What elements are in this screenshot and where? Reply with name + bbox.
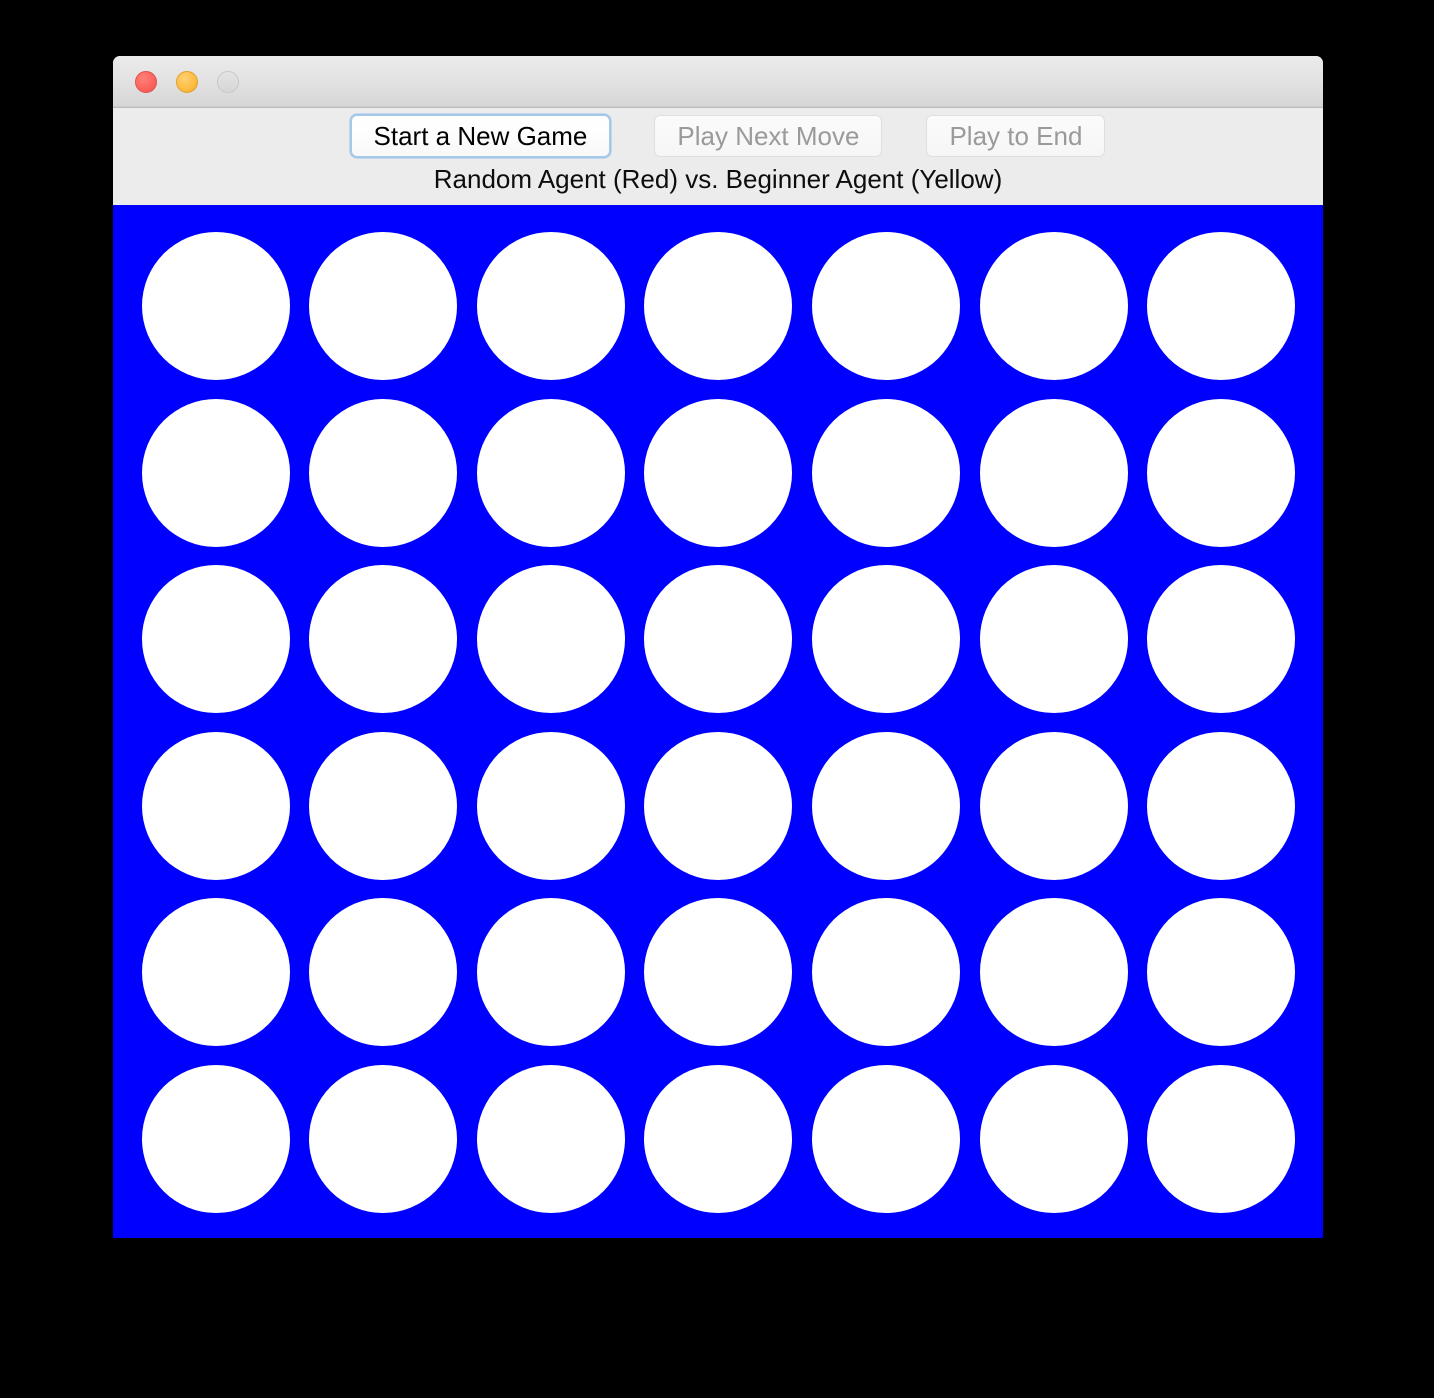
disc-empty	[476, 731, 625, 880]
disc-empty	[141, 398, 290, 547]
board-cell[interactable]	[132, 723, 300, 890]
disc-empty	[476, 398, 625, 547]
board-grid	[132, 223, 1305, 1222]
zoom-window-icon[interactable]	[217, 71, 239, 93]
disc-empty	[476, 565, 625, 714]
disc-empty	[309, 1064, 458, 1213]
board-cell[interactable]	[1137, 556, 1305, 723]
disc-empty	[309, 565, 458, 714]
disc-empty	[1147, 1064, 1296, 1213]
start-new-game-button[interactable]: Start a New Game	[350, 115, 611, 157]
disc-empty	[812, 1064, 961, 1213]
toolbar-button-row: Start a New Game Play Next Move Play to …	[113, 115, 1323, 157]
disc-empty	[812, 398, 961, 547]
board-cell[interactable]	[467, 556, 635, 723]
disc-empty	[1147, 565, 1296, 714]
board-cell[interactable]	[802, 390, 970, 557]
window-titlebar	[113, 56, 1323, 108]
board-cell[interactable]	[467, 390, 635, 557]
disc-empty	[812, 731, 961, 880]
app-window: Start a New Game Play Next Move Play to …	[113, 56, 1323, 1238]
disc-empty	[141, 731, 290, 880]
board-cell[interactable]	[970, 889, 1138, 1056]
board-cell[interactable]	[970, 1056, 1138, 1223]
disc-empty	[644, 898, 793, 1047]
disc-empty	[1147, 731, 1296, 880]
board-cell[interactable]	[635, 723, 803, 890]
connect-four-board[interactable]	[113, 205, 1323, 1238]
disc-empty	[644, 1064, 793, 1213]
play-to-end-button[interactable]: Play to End	[926, 115, 1106, 157]
traffic-light-group	[135, 71, 239, 93]
board-cell[interactable]	[1137, 390, 1305, 557]
close-window-icon[interactable]	[135, 71, 157, 93]
disc-empty	[141, 565, 290, 714]
disc-empty	[979, 898, 1128, 1047]
disc-empty	[644, 232, 793, 381]
disc-empty	[979, 565, 1128, 714]
board-cell[interactable]	[802, 889, 970, 1056]
board-cell[interactable]	[1137, 1056, 1305, 1223]
board-cell[interactable]	[132, 390, 300, 557]
disc-empty	[1147, 232, 1296, 381]
board-cell[interactable]	[970, 390, 1138, 557]
disc-empty	[644, 731, 793, 880]
board-cell[interactable]	[1137, 889, 1305, 1056]
disc-empty	[141, 898, 290, 1047]
board-cell[interactable]	[802, 556, 970, 723]
board-cell[interactable]	[300, 889, 468, 1056]
board-cell[interactable]	[467, 1056, 635, 1223]
screen: Start a New Game Play Next Move Play to …	[0, 0, 1434, 1398]
disc-empty	[644, 565, 793, 714]
board-cell[interactable]	[970, 723, 1138, 890]
board-cell[interactable]	[802, 1056, 970, 1223]
disc-empty	[812, 565, 961, 714]
disc-empty	[812, 232, 961, 381]
board-cell[interactable]	[132, 889, 300, 1056]
disc-empty	[812, 898, 961, 1047]
board-cell[interactable]	[467, 889, 635, 1056]
board-cell[interactable]	[635, 390, 803, 557]
toolbar: Start a New Game Play Next Move Play to …	[113, 108, 1323, 205]
board-cell[interactable]	[635, 1056, 803, 1223]
board-cell[interactable]	[132, 223, 300, 390]
board-cell[interactable]	[132, 1056, 300, 1223]
board-cell[interactable]	[635, 556, 803, 723]
board-cell[interactable]	[300, 1056, 468, 1223]
disc-empty	[141, 1064, 290, 1213]
board-cell[interactable]	[635, 889, 803, 1056]
disc-empty	[309, 731, 458, 880]
board-cell[interactable]	[970, 556, 1138, 723]
disc-empty	[644, 398, 793, 547]
board-cell[interactable]	[970, 223, 1138, 390]
disc-empty	[1147, 898, 1296, 1047]
board-cell[interactable]	[300, 223, 468, 390]
board-cell[interactable]	[300, 390, 468, 557]
disc-empty	[309, 898, 458, 1047]
play-next-move-button[interactable]: Play Next Move	[654, 115, 883, 157]
disc-empty	[476, 232, 625, 381]
board-cell[interactable]	[467, 723, 635, 890]
disc-empty	[979, 398, 1128, 547]
disc-empty	[476, 898, 625, 1047]
board-cell[interactable]	[300, 556, 468, 723]
board-cell[interactable]	[802, 223, 970, 390]
disc-empty	[1147, 398, 1296, 547]
disc-empty	[141, 232, 290, 381]
disc-empty	[476, 1064, 625, 1213]
disc-empty	[979, 232, 1128, 381]
disc-empty	[309, 398, 458, 547]
minimize-window-icon[interactable]	[176, 71, 198, 93]
board-cell[interactable]	[467, 223, 635, 390]
disc-empty	[979, 731, 1128, 880]
board-cell[interactable]	[1137, 223, 1305, 390]
game-status-label: Random Agent (Red) vs. Beginner Agent (Y…	[433, 164, 1003, 194]
disc-empty	[979, 1064, 1128, 1213]
disc-empty	[309, 232, 458, 381]
board-cell[interactable]	[802, 723, 970, 890]
board-cell[interactable]	[1137, 723, 1305, 890]
board-cell[interactable]	[635, 223, 803, 390]
board-cell[interactable]	[132, 556, 300, 723]
board-cell[interactable]	[300, 723, 468, 890]
